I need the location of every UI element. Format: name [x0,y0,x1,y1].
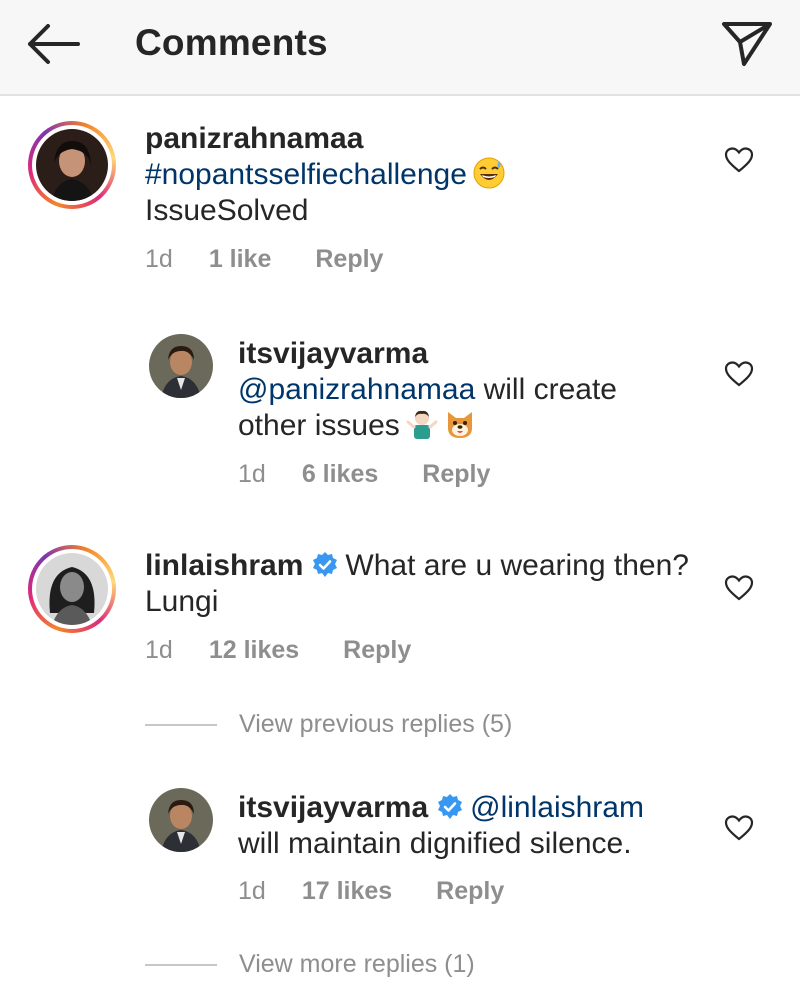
comment-text-line2: other issues [238,408,708,444]
comment-meta: 1d 1 like Reply [145,245,383,274]
comment-text-line2: Lungi [145,585,219,618]
comment-meta: 1d 12 likes Reply [145,636,411,665]
dog-face-emoji-icon [444,408,476,440]
paper-plane-icon[interactable] [716,14,776,74]
comment-text: itsvijayvarma @linlaishram [238,790,708,826]
comment-likes[interactable]: 6 likes [302,460,378,489]
comment-time: 1d [238,460,266,488]
reply-button[interactable]: Reply [343,636,411,665]
header-bar: Comments [0,0,800,96]
comment-text: linlaishram What are u wearing then? [145,548,715,584]
divider-line [145,963,217,966]
comment-text: @panizrahnamaa will create [238,372,708,408]
verified-badge-icon [311,551,339,579]
hashtag-link[interactable]: #nopantsselfiechallenge [145,158,467,191]
view-more-replies-link[interactable]: View more replies (1) [145,950,745,979]
page-title: Comments [135,22,328,63]
comment-time: 1d [145,245,173,273]
mention-link[interactable]: @linlaishram [470,791,644,824]
verified-badge-icon [436,793,464,821]
view-more-replies-label: View more replies (1) [239,950,475,978]
view-previous-replies-link[interactable]: View previous replies (5) [145,710,745,739]
comment-text-line2: IssueSolved [145,194,309,227]
grinning-sweat-emoji-icon [473,157,505,189]
comment-text-part: will create [475,373,617,406]
comment-text-part: What are u wearing then? [345,549,689,582]
comment-username[interactable]: itsvijayvarma [238,791,428,824]
comment-likes[interactable]: 17 likes [302,877,392,906]
avatar[interactable] [149,334,213,398]
man-shrugging-emoji-icon [406,408,438,440]
avatar[interactable] [28,121,116,209]
reply-button[interactable]: Reply [315,245,383,274]
divider-line [145,723,217,726]
heart-icon[interactable] [724,146,754,174]
heart-icon[interactable] [724,574,754,602]
reply-button[interactable]: Reply [436,877,504,906]
reply-button[interactable]: Reply [422,460,490,489]
heart-icon[interactable] [724,360,754,388]
view-previous-replies-label: View previous replies (5) [239,710,513,738]
comment-username[interactable]: itsvijayvarma [238,336,708,372]
comment-likes[interactable]: 12 likes [209,636,299,665]
arrow-left-icon[interactable] [22,20,82,68]
comment-meta: 1d 6 likes Reply [238,460,490,489]
comment-meta: 1d 17 likes Reply [238,877,504,906]
comment-time: 1d [238,877,266,905]
comment-username[interactable]: linlaishram [145,549,303,582]
comment-text-line2: will maintain dignified silence. [238,827,632,860]
comment-likes[interactable]: 1 like [209,245,272,274]
avatar[interactable] [149,788,213,852]
comment-time: 1d [145,636,173,664]
comment-text: #nopantsselfiechallenge [145,157,705,193]
comment-username[interactable]: panizrahnamaa [145,121,705,157]
mention-link[interactable]: @panizrahnamaa [238,373,475,406]
heart-icon[interactable] [724,814,754,842]
avatar[interactable] [28,545,116,633]
comment-text-part: other issues [238,409,400,442]
